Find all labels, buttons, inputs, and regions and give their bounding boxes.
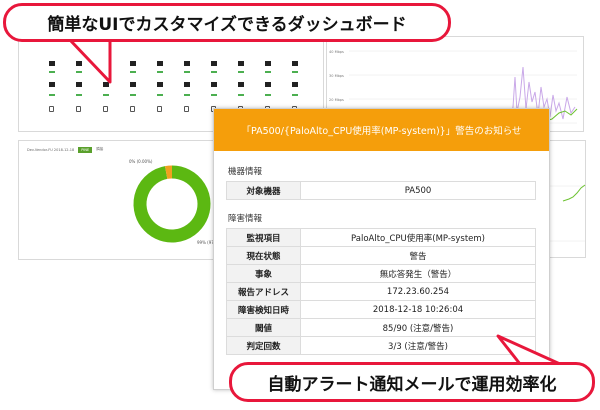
row-key: 監視項目 xyxy=(226,228,301,247)
device-info-table: 対象機器 PA500 xyxy=(226,181,536,200)
row-value: PaloAlto_CPU使用率(MP-system) xyxy=(300,228,536,247)
switch-icon xyxy=(49,82,55,87)
table-row: 監視項目 PaloAlto_CPU使用率(MP-system) xyxy=(226,228,536,247)
row-key: 閾値 xyxy=(226,318,301,337)
switch-icon xyxy=(76,82,82,87)
switch-icon xyxy=(184,82,190,87)
switch-icon xyxy=(211,82,217,87)
email-title: 「PA500/{PaloAlto_CPU使用率(MP-system)}」警告のお… xyxy=(214,109,549,151)
y-tick-label: 20 Mbps xyxy=(329,98,344,102)
switch-icon xyxy=(184,61,190,66)
y-tick-label: 30 Mbps xyxy=(329,74,344,78)
callout-dashboard: 簡単なUIでカスタマイズできるダッシュボード xyxy=(3,3,451,42)
device-node-icon xyxy=(103,106,108,112)
device-node-icon xyxy=(76,106,81,112)
switch-icon xyxy=(184,94,190,96)
switch-icon xyxy=(265,94,271,96)
row-value: 85/90 (注意/警告) xyxy=(300,318,536,337)
switch-icon xyxy=(130,94,136,96)
switch-icon xyxy=(238,94,244,96)
switch-icon xyxy=(76,94,82,96)
fault-section-heading: 障害情報 xyxy=(228,214,263,224)
switch-icon xyxy=(238,61,244,66)
switch-icon xyxy=(130,82,136,87)
row-value: 2018-12-18 10:26:04 xyxy=(300,300,536,319)
switch-icon xyxy=(265,71,271,73)
table-row: 閾値 85/90 (注意/警告) xyxy=(226,318,536,337)
switch-icon xyxy=(130,71,136,73)
switch-icon xyxy=(76,71,82,73)
table-row: 障害検知日時 2018-12-18 10:26:04 xyxy=(226,300,536,319)
alert-email-window: 「PA500/{PaloAlto_CPU使用率(MP-system)}」警告のお… xyxy=(213,108,550,390)
row-key: 判定回数 xyxy=(226,336,301,355)
switch-icon xyxy=(238,82,244,87)
table-row: 判定回数 3/3 (注意/警告) xyxy=(226,336,536,355)
y-tick-label: 40 Mbps xyxy=(329,50,344,54)
donut-slice-large xyxy=(133,165,211,243)
device-node-icon xyxy=(157,106,162,112)
switch-icon xyxy=(292,71,298,73)
switch-icon xyxy=(76,61,82,66)
row-key: 障害検知日時 xyxy=(226,300,301,319)
switch-icon xyxy=(157,71,163,73)
switch-icon xyxy=(211,71,217,73)
switch-icon xyxy=(103,94,109,96)
switch-icon xyxy=(238,71,244,73)
row-key: 報告アドレス xyxy=(226,282,301,301)
fault-info-table: 監視項目 PaloAlto_CPU使用率(MP-system) 現在状態 警告 事象… xyxy=(226,228,536,355)
device-node-icon xyxy=(49,106,54,112)
switch-icon xyxy=(157,61,163,66)
table-row: 対象機器 PA500 xyxy=(226,181,536,200)
row-value: PA500 xyxy=(300,181,536,200)
switch-icon xyxy=(49,71,55,73)
switch-icon xyxy=(157,94,163,96)
switch-icon xyxy=(157,82,163,87)
device-section-heading: 機器情報 xyxy=(228,167,263,177)
switch-icon xyxy=(292,82,298,87)
row-key: 事象 xyxy=(226,264,301,283)
switch-icon xyxy=(103,82,109,87)
table-row: 現在状態 警告 xyxy=(226,246,536,265)
callout-alert-email: 自動アラート通知メールで運用効率化 xyxy=(229,362,595,402)
switch-icon xyxy=(265,61,271,66)
row-value: 172.23.60.254 xyxy=(300,282,536,301)
switch-icon xyxy=(265,82,271,87)
switch-icon xyxy=(292,61,298,66)
switch-icon xyxy=(49,94,55,96)
switch-icon xyxy=(103,71,109,73)
switch-icon xyxy=(211,61,217,66)
table-row: 報告アドレス 172.23.60.254 xyxy=(226,282,536,301)
switch-icon xyxy=(49,61,55,66)
switch-icon xyxy=(292,94,298,96)
donut-slice-small xyxy=(164,165,173,179)
switch-icon xyxy=(130,61,136,66)
row-key: 対象機器 xyxy=(226,181,301,200)
switch-icon xyxy=(103,61,109,66)
mini-series-green xyxy=(562,184,586,202)
switch-icon xyxy=(211,94,217,96)
device-node-icon xyxy=(184,106,189,112)
row-value: 3/3 (注意/警告) xyxy=(300,336,536,355)
row-key: 現在状態 xyxy=(226,246,301,265)
row-value: 無応答発生（警告） xyxy=(300,264,536,283)
switch-icon xyxy=(184,71,190,73)
donut-label-small: 0% (0.00%) xyxy=(129,159,153,164)
table-row: 事象 無応答発生（警告） xyxy=(226,264,536,283)
row-value: 警告 xyxy=(300,246,536,265)
device-node-icon xyxy=(130,106,135,112)
